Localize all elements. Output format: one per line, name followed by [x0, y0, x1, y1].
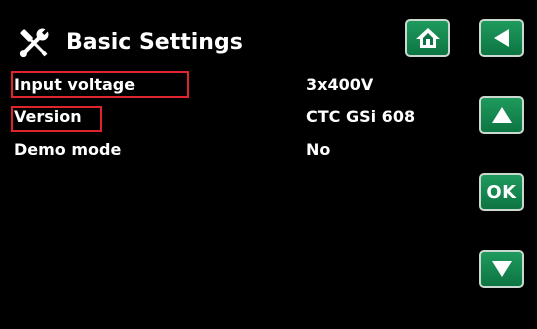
page-title: Basic Settings: [66, 30, 243, 55]
back-arrow-icon: [491, 27, 513, 49]
ok-button-label: OK: [486, 181, 517, 203]
tools-icon: [14, 24, 54, 62]
down-arrow-icon: [490, 259, 514, 279]
setting-label-demo-mode[interactable]: Demo mode: [14, 139, 121, 161]
setting-value-demo-mode[interactable]: No: [306, 139, 330, 161]
up-arrow-icon: [490, 105, 514, 125]
up-button[interactable]: [479, 96, 524, 134]
highlight-box-input-voltage: [11, 71, 189, 98]
setting-value-version[interactable]: CTC GSi 608: [306, 106, 415, 128]
highlight-box-version: [11, 106, 102, 132]
home-button[interactable]: [405, 19, 450, 57]
setting-value-input-voltage[interactable]: 3x400V: [306, 74, 373, 96]
down-button[interactable]: [479, 250, 524, 288]
home-icon: [415, 26, 441, 50]
ok-button[interactable]: OK: [479, 173, 524, 211]
back-button[interactable]: [479, 19, 524, 57]
